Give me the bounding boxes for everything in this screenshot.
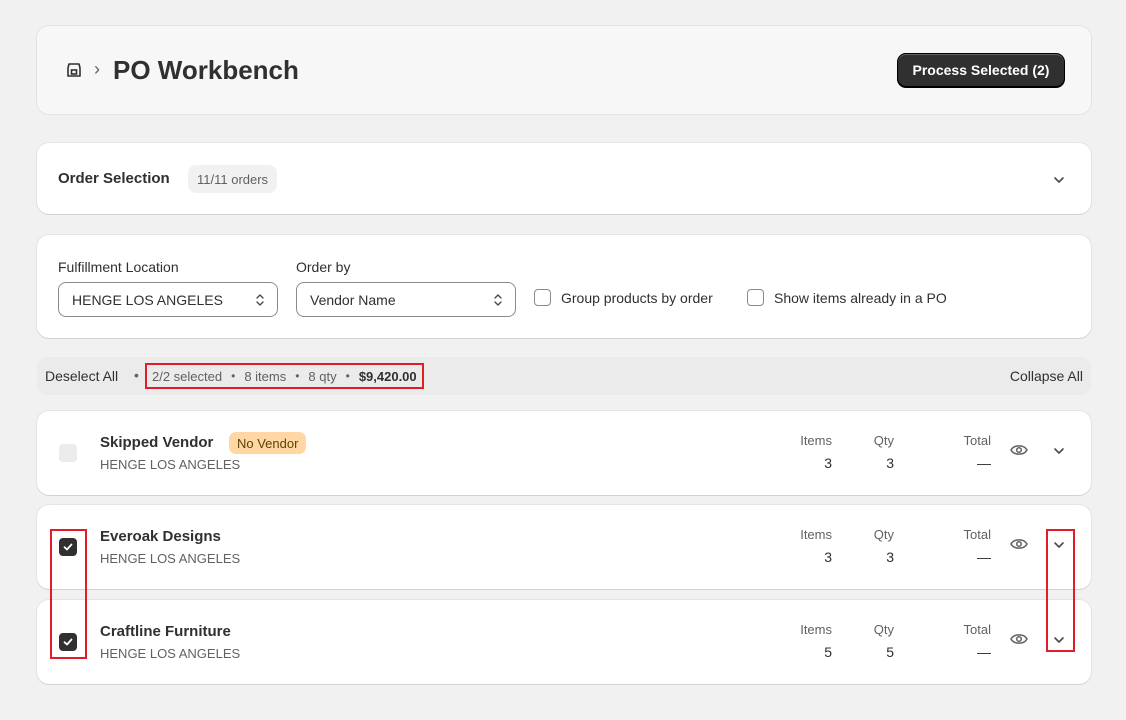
page-title: PO Workbench	[113, 55, 299, 85]
total-value: —	[977, 455, 991, 471]
order-by-label: Order by	[296, 259, 351, 275]
eye-icon[interactable]	[1010, 537, 1028, 551]
vendor-row-everoak-designs[interactable]: Everoak Designs HENGE LOS ANGELES Items …	[37, 505, 1091, 589]
group-products-label: Group products by order	[561, 289, 713, 306]
vendor-location: HENGE LOS ANGELES	[100, 551, 241, 566]
fulfillment-location-select[interactable]: HENGE LOS ANGELES	[58, 282, 278, 317]
separator-dot: •	[295, 369, 300, 383]
vendor-location: HENGE LOS ANGELES	[100, 646, 241, 661]
qty-header: Qty	[873, 622, 894, 637]
total-value: —	[977, 549, 991, 565]
selected-total: $9,420.00	[358, 368, 417, 384]
vendor-row-skipped-vendor[interactable]: Skipped Vendor No Vendor HENGE LOS ANGEL…	[37, 411, 1091, 495]
vendor-name: Craftline Furniture	[100, 623, 231, 640]
filters-panel: Fulfillment Location HENGE LOS ANGELES O…	[37, 235, 1091, 338]
separator-dot: •	[134, 367, 139, 383]
chevron-down-icon[interactable]	[1052, 444, 1066, 458]
deselect-all-button[interactable]: Deselect All	[45, 368, 118, 384]
selection-summary-bar: Deselect All • 2/2 selected • 8 items • …	[37, 357, 1091, 395]
show-items-box[interactable]	[747, 289, 764, 306]
items-value: 3	[824, 549, 832, 565]
selected-count: 2/2 selected	[152, 368, 223, 384]
chevron-down-icon[interactable]	[1052, 538, 1066, 552]
vendor-name: Skipped Vendor	[100, 434, 214, 451]
checkmark-icon	[63, 543, 73, 551]
total-header: Total	[963, 433, 991, 448]
total-value: —	[977, 644, 991, 660]
vendor-location: HENGE LOS ANGELES	[100, 457, 241, 472]
fulfillment-location-value: HENGE LOS ANGELES	[72, 291, 223, 308]
order-selection-panel[interactable]: Order Selection 11/11 orders	[37, 143, 1091, 214]
separator-dot: •	[345, 369, 350, 383]
breadcrumb-chevron-icon: ›	[94, 59, 100, 79]
vendor-checkbox[interactable]	[59, 633, 77, 651]
items-value: 3	[824, 455, 832, 471]
page-header: › PO Workbench Process Selected (2)	[37, 26, 1091, 114]
items-header: Items	[800, 433, 832, 448]
qty-header: Qty	[873, 433, 894, 448]
items-header: Items	[800, 622, 832, 637]
process-selected-button[interactable]: Process Selected (2)	[897, 53, 1065, 87]
fulfillment-location-label: Fulfillment Location	[58, 259, 179, 275]
group-products-box[interactable]	[534, 289, 551, 306]
eye-icon[interactable]	[1010, 632, 1028, 646]
show-items-label: Show items already in a PO	[774, 289, 947, 306]
store-icon[interactable]	[66, 62, 82, 78]
select-arrows-icon	[256, 294, 264, 306]
qty-value: 3	[886, 455, 894, 471]
order-selection-label: Order Selection	[58, 170, 170, 187]
show-items-in-po-checkbox[interactable]: Show items already in a PO	[747, 289, 947, 306]
order-by-select[interactable]: Vendor Name	[296, 282, 516, 317]
items-header: Items	[800, 527, 832, 542]
vendor-checkbox[interactable]	[59, 538, 77, 556]
vendor-row-craftline-furniture[interactable]: Craftline Furniture HENGE LOS ANGELES It…	[37, 600, 1091, 684]
total-header: Total	[963, 622, 991, 637]
separator-dot: •	[231, 369, 236, 383]
group-products-checkbox[interactable]: Group products by order	[534, 289, 713, 306]
order-count-badge: 11/11 orders	[188, 165, 278, 193]
collapse-all-button[interactable]: Collapse All	[1010, 368, 1083, 384]
no-vendor-badge: No Vendor	[229, 432, 307, 454]
chevron-down-icon[interactable]	[1052, 173, 1066, 187]
vendor-name: Everoak Designs	[100, 528, 221, 545]
total-header: Total	[963, 527, 991, 542]
qty-value: 5	[886, 644, 894, 660]
items-count: 8 items	[244, 368, 287, 384]
qty-count: 8 qty	[308, 368, 337, 384]
qty-header: Qty	[873, 527, 894, 542]
select-arrows-icon	[494, 294, 502, 306]
selection-stats: 2/2 selected • 8 items • 8 qty • $9,420.…	[145, 363, 424, 389]
chevron-down-icon[interactable]	[1052, 633, 1066, 647]
eye-icon[interactable]	[1010, 443, 1028, 457]
items-value: 5	[824, 644, 832, 660]
checkmark-icon	[63, 638, 73, 646]
order-by-value: Vendor Name	[310, 291, 396, 308]
vendor-checkbox	[59, 444, 77, 462]
qty-value: 3	[886, 549, 894, 565]
